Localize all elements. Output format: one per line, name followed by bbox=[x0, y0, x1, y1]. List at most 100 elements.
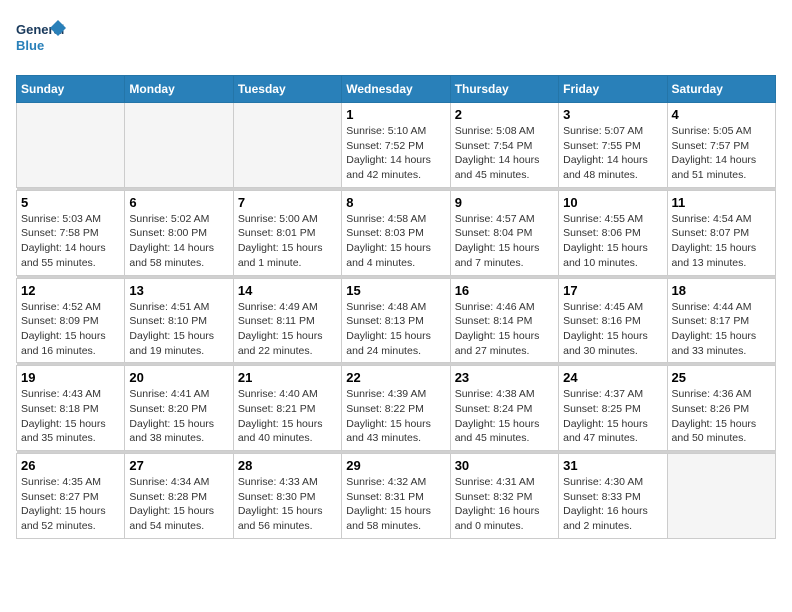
day-number: 15 bbox=[346, 283, 445, 298]
day-number: 4 bbox=[672, 107, 771, 122]
day-number: 9 bbox=[455, 195, 554, 210]
calendar-cell: 12Sunrise: 4:52 AMSunset: 8:09 PMDayligh… bbox=[17, 278, 125, 363]
calendar-cell: 23Sunrise: 4:38 AMSunset: 8:24 PMDayligh… bbox=[450, 366, 558, 451]
day-number: 7 bbox=[238, 195, 337, 210]
day-number: 14 bbox=[238, 283, 337, 298]
weekday-header-row: SundayMondayTuesdayWednesdayThursdayFrid… bbox=[17, 76, 776, 103]
day-number: 1 bbox=[346, 107, 445, 122]
day-number: 2 bbox=[455, 107, 554, 122]
day-info: Sunrise: 4:31 AMSunset: 8:32 PMDaylight:… bbox=[455, 475, 554, 534]
weekday-header: Friday bbox=[559, 76, 667, 103]
calendar-week-row: 1 Sunrise: 5:10 AMSunset: 7:52 PMDaylight… bbox=[17, 103, 776, 188]
day-number: 13 bbox=[129, 283, 228, 298]
calendar-cell: 22Sunrise: 4:39 AMSunset: 8:22 PMDayligh… bbox=[342, 366, 450, 451]
calendar-cell: 21 Sunrise: 4:40 AMSunset: 8:21 PMDayligh… bbox=[233, 366, 341, 451]
calendar-cell: 1 Sunrise: 5:10 AMSunset: 7:52 PMDaylight… bbox=[342, 103, 450, 188]
day-number: 27 bbox=[129, 458, 228, 473]
calendar-cell: 10Sunrise: 4:55 AMSunset: 8:06 PMDayligh… bbox=[559, 190, 667, 275]
weekday-header: Tuesday bbox=[233, 76, 341, 103]
page-header: General Blue bbox=[16, 16, 776, 65]
day-info: Sunrise: 4:34 AMSunset: 8:28 PMDaylight:… bbox=[129, 475, 228, 534]
day-info: Sunrise: 5:05 AMSunset: 7:57 PMDaylight:… bbox=[672, 124, 771, 183]
weekday-header: Thursday bbox=[450, 76, 558, 103]
logo: General Blue bbox=[16, 16, 66, 65]
day-number: 19 bbox=[21, 370, 120, 385]
day-number: 28 bbox=[238, 458, 337, 473]
day-number: 11 bbox=[672, 195, 771, 210]
day-info: Sunrise: 5:07 AMSunset: 7:55 PMDaylight:… bbox=[563, 124, 662, 183]
day-info: Sunrise: 5:10 AMSunset: 7:52 PMDaylight:… bbox=[346, 124, 445, 183]
weekday-header: Monday bbox=[125, 76, 233, 103]
day-number: 26 bbox=[21, 458, 120, 473]
svg-text:Blue: Blue bbox=[16, 38, 44, 53]
calendar-cell: 11 Sunrise: 4:54 AMSunset: 8:07 PMDayligh… bbox=[667, 190, 775, 275]
calendar-cell: 13 Sunrise: 4:51 AMSunset: 8:10 PMDayligh… bbox=[125, 278, 233, 363]
day-info: Sunrise: 4:38 AMSunset: 8:24 PMDaylight:… bbox=[455, 387, 554, 446]
day-number: 6 bbox=[129, 195, 228, 210]
calendar-cell: 9 Sunrise: 4:57 AMSunset: 8:04 PMDaylight… bbox=[450, 190, 558, 275]
day-info: Sunrise: 5:00 AMSunset: 8:01 PMDaylight:… bbox=[238, 212, 337, 271]
calendar-cell: 17Sunrise: 4:45 AMSunset: 8:16 PMDayligh… bbox=[559, 278, 667, 363]
calendar-cell: 5 Sunrise: 5:03 AMSunset: 7:58 PMDaylight… bbox=[17, 190, 125, 275]
day-info: Sunrise: 4:54 AMSunset: 8:07 PMDaylight:… bbox=[672, 212, 771, 271]
calendar-cell: 20 Sunrise: 4:41 AMSunset: 8:20 PMDayligh… bbox=[125, 366, 233, 451]
day-info: Sunrise: 4:51 AMSunset: 8:10 PMDaylight:… bbox=[129, 300, 228, 359]
logo-container: General Blue bbox=[16, 16, 66, 65]
calendar-cell: 25 Sunrise: 4:36 AMSunset: 8:26 PMDayligh… bbox=[667, 366, 775, 451]
day-info: Sunrise: 4:40 AMSunset: 8:21 PMDaylight:… bbox=[238, 387, 337, 446]
day-info: Sunrise: 4:36 AMSunset: 8:26 PMDaylight:… bbox=[672, 387, 771, 446]
day-info: Sunrise: 5:08 AMSunset: 7:54 PMDaylight:… bbox=[455, 124, 554, 183]
calendar-cell: 7 Sunrise: 5:00 AMSunset: 8:01 PMDaylight… bbox=[233, 190, 341, 275]
day-number: 10 bbox=[563, 195, 662, 210]
weekday-header: Wednesday bbox=[342, 76, 450, 103]
day-info: Sunrise: 4:41 AMSunset: 8:20 PMDaylight:… bbox=[129, 387, 228, 446]
calendar-week-row: 12Sunrise: 4:52 AMSunset: 8:09 PMDayligh… bbox=[17, 278, 776, 363]
day-info: Sunrise: 4:46 AMSunset: 8:14 PMDaylight:… bbox=[455, 300, 554, 359]
calendar-week-row: 26 Sunrise: 4:35 AMSunset: 8:27 PMDayligh… bbox=[17, 454, 776, 539]
day-info: Sunrise: 4:57 AMSunset: 8:04 PMDaylight:… bbox=[455, 212, 554, 271]
calendar-cell: 27 Sunrise: 4:34 AMSunset: 8:28 PMDayligh… bbox=[125, 454, 233, 539]
calendar-cell: 4 Sunrise: 5:05 AMSunset: 7:57 PMDaylight… bbox=[667, 103, 775, 188]
day-info: Sunrise: 4:39 AMSunset: 8:22 PMDaylight:… bbox=[346, 387, 445, 446]
calendar-cell: 31Sunrise: 4:30 AMSunset: 8:33 PMDayligh… bbox=[559, 454, 667, 539]
day-info: Sunrise: 4:49 AMSunset: 8:11 PMDaylight:… bbox=[238, 300, 337, 359]
day-number: 18 bbox=[672, 283, 771, 298]
day-info: Sunrise: 4:45 AMSunset: 8:16 PMDaylight:… bbox=[563, 300, 662, 359]
calendar-cell: 6 Sunrise: 5:02 AMSunset: 8:00 PMDaylight… bbox=[125, 190, 233, 275]
day-number: 24 bbox=[563, 370, 662, 385]
calendar-week-row: 19 Sunrise: 4:43 AMSunset: 8:18 PMDayligh… bbox=[17, 366, 776, 451]
calendar-cell bbox=[233, 103, 341, 188]
day-number: 21 bbox=[238, 370, 337, 385]
calendar-cell bbox=[17, 103, 125, 188]
calendar-cell: 15 Sunrise: 4:48 AMSunset: 8:13 PMDayligh… bbox=[342, 278, 450, 363]
day-info: Sunrise: 4:37 AMSunset: 8:25 PMDaylight:… bbox=[563, 387, 662, 446]
day-number: 3 bbox=[563, 107, 662, 122]
day-info: Sunrise: 4:33 AMSunset: 8:30 PMDaylight:… bbox=[238, 475, 337, 534]
day-number: 20 bbox=[129, 370, 228, 385]
logo-svg: General Blue bbox=[16, 16, 66, 60]
calendar-cell: 18 Sunrise: 4:44 AMSunset: 8:17 PMDayligh… bbox=[667, 278, 775, 363]
day-info: Sunrise: 5:02 AMSunset: 8:00 PMDaylight:… bbox=[129, 212, 228, 271]
day-info: Sunrise: 4:35 AMSunset: 8:27 PMDaylight:… bbox=[21, 475, 120, 534]
day-number: 5 bbox=[21, 195, 120, 210]
weekday-header: Sunday bbox=[17, 76, 125, 103]
calendar-table: SundayMondayTuesdayWednesdayThursdayFrid… bbox=[16, 75, 776, 539]
calendar-cell: 2 Sunrise: 5:08 AMSunset: 7:54 PMDaylight… bbox=[450, 103, 558, 188]
day-number: 25 bbox=[672, 370, 771, 385]
calendar-cell: 30 Sunrise: 4:31 AMSunset: 8:32 PMDayligh… bbox=[450, 454, 558, 539]
day-info: Sunrise: 4:43 AMSunset: 8:18 PMDaylight:… bbox=[21, 387, 120, 446]
calendar-cell: 28 Sunrise: 4:33 AMSunset: 8:30 PMDayligh… bbox=[233, 454, 341, 539]
day-info: Sunrise: 4:48 AMSunset: 8:13 PMDaylight:… bbox=[346, 300, 445, 359]
day-number: 31 bbox=[563, 458, 662, 473]
calendar-cell: 26 Sunrise: 4:35 AMSunset: 8:27 PMDayligh… bbox=[17, 454, 125, 539]
calendar-cell: 14 Sunrise: 4:49 AMSunset: 8:11 PMDayligh… bbox=[233, 278, 341, 363]
day-number: 16 bbox=[455, 283, 554, 298]
calendar-cell: 19 Sunrise: 4:43 AMSunset: 8:18 PMDayligh… bbox=[17, 366, 125, 451]
calendar-cell: 8Sunrise: 4:58 AMSunset: 8:03 PMDaylight… bbox=[342, 190, 450, 275]
day-number: 30 bbox=[455, 458, 554, 473]
day-number: 12 bbox=[21, 283, 120, 298]
calendar-cell bbox=[125, 103, 233, 188]
day-info: Sunrise: 4:44 AMSunset: 8:17 PMDaylight:… bbox=[672, 300, 771, 359]
day-info: Sunrise: 5:03 AMSunset: 7:58 PMDaylight:… bbox=[21, 212, 120, 271]
calendar-cell: 3 Sunrise: 5:07 AMSunset: 7:55 PMDaylight… bbox=[559, 103, 667, 188]
